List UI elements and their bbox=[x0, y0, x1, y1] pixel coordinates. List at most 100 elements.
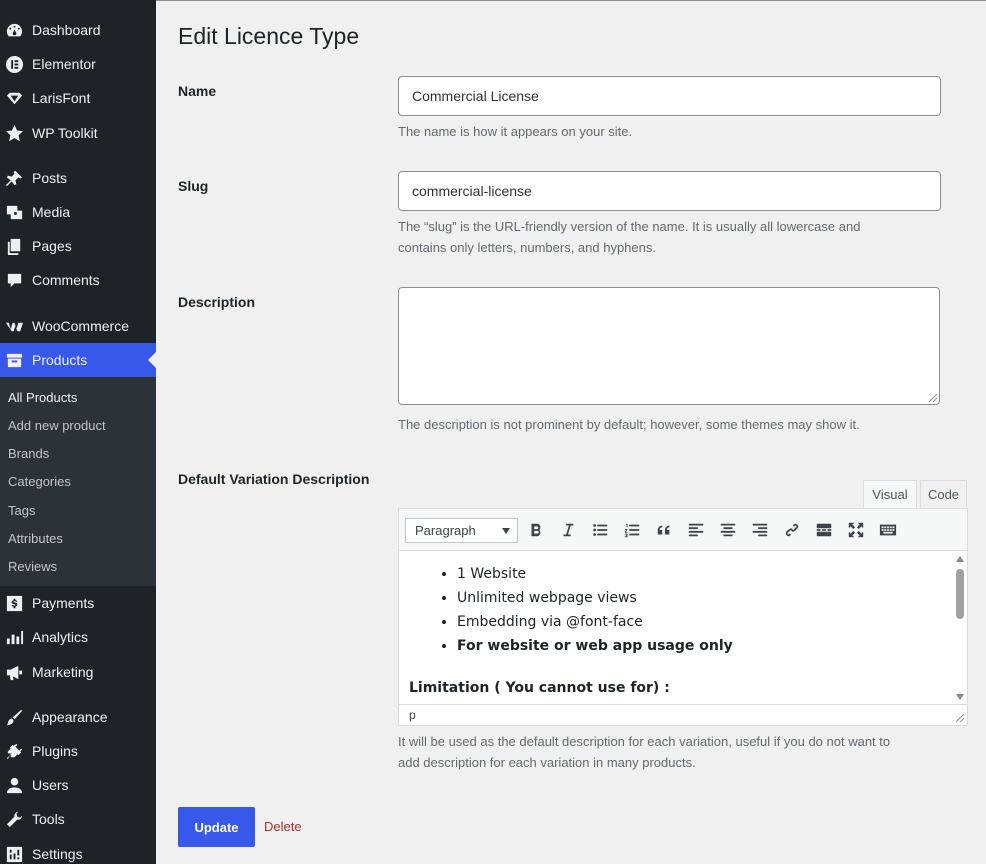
sidebar-item-pages[interactable]: Pages bbox=[0, 229, 156, 263]
admin-sidebar: Dashboard Elementor LarisFont WP Toolkit… bbox=[0, 0, 156, 864]
sidebar-item-label: Analytics bbox=[32, 629, 89, 645]
format-select-value: Paragraph bbox=[415, 523, 476, 538]
editor-scrollbar[interactable] bbox=[953, 552, 967, 704]
scroll-down-icon[interactable] bbox=[956, 694, 964, 700]
italic-icon bbox=[563, 523, 574, 537]
fullscreen-icon bbox=[848, 522, 864, 538]
element-path[interactable]: p bbox=[409, 708, 416, 722]
insert-link-button[interactable] bbox=[779, 518, 805, 542]
blockquote-button[interactable] bbox=[651, 518, 677, 542]
bold-button[interactable] bbox=[523, 518, 549, 542]
tab-code[interactable]: Code bbox=[920, 480, 967, 509]
sidebar-item-label: Users bbox=[32, 777, 69, 793]
align-left-button[interactable] bbox=[683, 518, 709, 542]
delete-link[interactable]: Delete bbox=[264, 819, 302, 834]
submenu-attributes[interactable]: Attributes bbox=[8, 531, 63, 546]
sidebar-item-label: Payments bbox=[32, 595, 95, 611]
sidebar-item-posts[interactable]: Posts bbox=[0, 161, 156, 195]
submenu-add-new-product[interactable]: Add new product bbox=[8, 418, 106, 433]
description-textarea[interactable] bbox=[398, 287, 940, 405]
page-title: Edit Licence Type bbox=[178, 23, 360, 49]
sidebar-item-marketing[interactable]: Marketing bbox=[0, 655, 156, 689]
resize-grip-icon[interactable] bbox=[929, 394, 937, 402]
scroll-up-icon[interactable] bbox=[956, 556, 964, 562]
pages-icon bbox=[4, 236, 24, 256]
bullet-list-button[interactable] bbox=[587, 518, 613, 542]
sidebar-item-label: Products bbox=[32, 352, 88, 368]
read-more-button[interactable] bbox=[811, 518, 837, 542]
slug-help-line2: contains only letters, numbers, and hyph… bbox=[398, 240, 656, 255]
submenu-categories[interactable]: Categories bbox=[8, 474, 71, 489]
sidebar-item-larisfont[interactable]: LarisFont bbox=[0, 81, 156, 115]
sidebar-item-label: LarisFont bbox=[32, 90, 91, 106]
submenu-all-products[interactable]: All Products bbox=[8, 390, 77, 405]
name-input[interactable]: Commercial License bbox=[398, 76, 941, 116]
pin-icon bbox=[4, 168, 24, 188]
toolbar-toggle-button[interactable] bbox=[875, 518, 901, 542]
numbered-list-icon bbox=[624, 523, 640, 538]
settings-icon bbox=[4, 844, 24, 864]
default-variation-label: Default Variation Description bbox=[178, 471, 370, 487]
sidebar-item-comments[interactable]: Comments bbox=[0, 263, 156, 297]
dollar-icon bbox=[4, 593, 24, 613]
scrollbar-thumb[interactable] bbox=[956, 569, 964, 619]
link-icon bbox=[785, 523, 799, 537]
submenu-reviews[interactable]: Reviews bbox=[8, 559, 57, 574]
sidebar-item-media[interactable]: Media bbox=[0, 195, 156, 229]
sidebar-item-label: WooCommerce bbox=[32, 318, 129, 334]
resize-grip-icon[interactable] bbox=[956, 714, 964, 722]
sidebar-item-tools[interactable]: Tools bbox=[0, 802, 156, 836]
name-help: The name is how it appears on your site. bbox=[398, 124, 633, 139]
sidebar-item-settings[interactable]: Settings bbox=[0, 837, 156, 864]
sidebar-item-label: Tools bbox=[32, 811, 65, 827]
sidebar-item-label: Comments bbox=[32, 272, 100, 288]
submenu-tags[interactable]: Tags bbox=[8, 503, 35, 518]
megaphone-icon bbox=[4, 662, 24, 682]
sidebar-item-label: Pages bbox=[32, 238, 72, 254]
align-right-icon bbox=[752, 523, 768, 537]
slug-input[interactable]: commercial-license bbox=[398, 171, 941, 211]
sidebar-item-wp-toolkit[interactable]: WP Toolkit bbox=[0, 116, 156, 150]
numbered-list-button[interactable] bbox=[619, 518, 645, 542]
dashboard-icon bbox=[4, 20, 24, 40]
sidebar-item-analytics[interactable]: Analytics bbox=[0, 620, 156, 654]
top-divider bbox=[156, 0, 986, 1]
submenu-brands[interactable]: Brands bbox=[8, 446, 49, 461]
align-left-icon bbox=[688, 523, 704, 537]
sidebar-item-label: Plugins bbox=[32, 743, 78, 759]
sidebar-item-payments[interactable]: Payments bbox=[0, 586, 156, 620]
align-center-button[interactable] bbox=[715, 518, 741, 542]
format-select[interactable]: Paragraph bbox=[405, 518, 518, 543]
read-more-icon bbox=[816, 523, 832, 537]
align-center-icon bbox=[720, 523, 736, 537]
sidebar-item-plugins[interactable]: Plugins bbox=[0, 734, 156, 768]
editor-toolbar: Paragraph bbox=[399, 509, 967, 551]
sidebar-item-products[interactable]: Products bbox=[0, 343, 156, 377]
align-right-button[interactable] bbox=[747, 518, 773, 542]
star-icon bbox=[4, 123, 24, 143]
plug-icon bbox=[4, 741, 24, 761]
sidebar-item-elementor[interactable]: Elementor bbox=[0, 47, 156, 81]
list-item: Unlimited webpage views bbox=[457, 586, 733, 610]
sidebar-item-dashboard[interactable]: Dashboard bbox=[0, 13, 156, 47]
slug-help-line1: The “slug” is the URL-friendly version o… bbox=[398, 219, 861, 234]
editor-content[interactable]: 1 Website Unlimited webpage views Embedd… bbox=[399, 552, 954, 704]
content-list: 1 Website Unlimited webpage views Embedd… bbox=[437, 562, 733, 658]
keyboard-icon bbox=[879, 524, 897, 536]
description-help: The description is not prominent by defa… bbox=[398, 417, 860, 432]
italic-button[interactable] bbox=[555, 518, 581, 542]
archive-icon bbox=[4, 350, 24, 370]
fullscreen-button[interactable] bbox=[843, 518, 869, 542]
update-button[interactable]: Update bbox=[178, 807, 255, 847]
sidebar-item-label: Settings bbox=[32, 846, 83, 862]
sidebar-item-appearance[interactable]: Appearance bbox=[0, 700, 156, 734]
sidebar-item-woocommerce[interactable]: WooCommerce bbox=[0, 309, 156, 343]
bullet-list-icon bbox=[593, 524, 608, 536]
sidebar-item-label: Elementor bbox=[32, 56, 96, 72]
tab-visual[interactable]: Visual bbox=[863, 480, 917, 509]
sidebar-item-users[interactable]: Users bbox=[0, 768, 156, 802]
rich-text-editor: Paragraph 1 Website Unlimited webpage vi… bbox=[398, 508, 968, 726]
sidebar-item-label: WP Toolkit bbox=[32, 125, 98, 141]
sidebar-item-label: Dashboard bbox=[32, 22, 101, 38]
sidebar-item-label: Posts bbox=[32, 170, 68, 186]
